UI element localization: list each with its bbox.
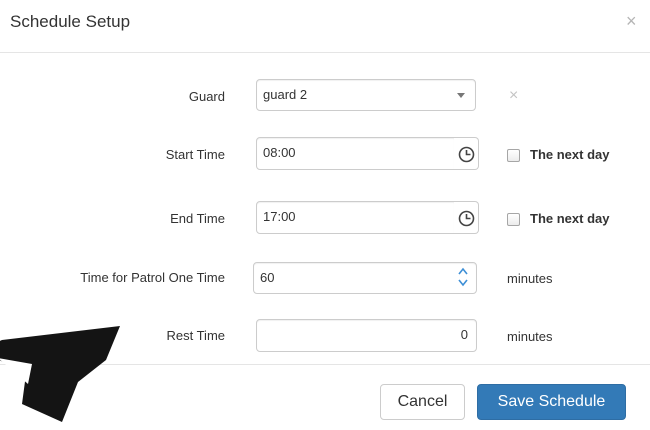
start-time-label: Start Time bbox=[165, 147, 225, 162]
guard-select[interactable]: guard 2 bbox=[256, 79, 476, 111]
clear-icon[interactable]: × bbox=[509, 87, 518, 105]
end-time-input[interactable]: 17:00 bbox=[256, 201, 455, 234]
start-next-day-checkbox[interactable] bbox=[507, 149, 520, 162]
start-time-value: 08:00 bbox=[263, 145, 296, 160]
dialog-title: Schedule Setup bbox=[10, 12, 131, 31]
start-next-day-label: The next day bbox=[530, 147, 610, 162]
patrol-time-unit: minutes bbox=[507, 271, 553, 286]
cancel-button[interactable]: Cancel bbox=[380, 384, 465, 420]
clock-icon bbox=[458, 146, 475, 163]
close-icon[interactable]: × bbox=[626, 11, 637, 32]
patrol-time-input[interactable]: 60 bbox=[253, 262, 477, 294]
modal-header: Schedule Setup × bbox=[0, 0, 650, 53]
dropdown-caret-icon bbox=[457, 93, 465, 98]
rest-time-input[interactable]: 0 bbox=[256, 319, 477, 352]
start-time-picker-button[interactable] bbox=[454, 137, 479, 170]
rest-time-label: Rest Time bbox=[166, 328, 225, 343]
rest-time-value: 0 bbox=[460, 327, 468, 342]
end-next-day-checkbox[interactable] bbox=[507, 213, 520, 226]
spinner-arrows-icon[interactable] bbox=[456, 263, 470, 291]
start-time-input[interactable]: 08:00 bbox=[256, 137, 455, 170]
end-time-label: End Time bbox=[170, 211, 225, 226]
patrol-time-label: Time for Patrol One Time bbox=[80, 270, 225, 285]
mouse-pointer-icon bbox=[0, 326, 120, 422]
guard-selected-value: guard 2 bbox=[263, 87, 308, 102]
clock-icon bbox=[458, 210, 475, 227]
end-time-picker-button[interactable] bbox=[454, 201, 479, 234]
rest-time-unit: minutes bbox=[507, 329, 553, 344]
save-schedule-button[interactable]: Save Schedule bbox=[477, 384, 626, 420]
patrol-time-value: 60 bbox=[260, 270, 275, 285]
guard-label: Guard bbox=[188, 89, 225, 104]
end-time-value: 17:00 bbox=[263, 209, 296, 224]
end-next-day-label: The next day bbox=[530, 211, 610, 226]
